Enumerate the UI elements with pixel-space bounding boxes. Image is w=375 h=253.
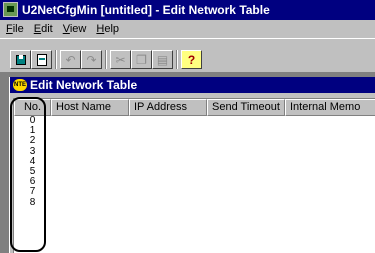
row-number-column: 0 1 2 3 4 5 6 7 8 (14, 115, 51, 253)
toolbar-separator (105, 50, 107, 69)
menu-view-rest: iew (69, 23, 87, 35)
document-edit-icon (36, 53, 47, 66)
toolbar-separator (176, 50, 178, 69)
child-window-title: Edit Network Table (30, 78, 138, 92)
help-button[interactable]: ? (181, 50, 202, 69)
menu-help[interactable]: Help (96, 23, 119, 35)
edit-button[interactable] (31, 50, 52, 69)
table-row[interactable]: 7 (14, 187, 51, 197)
menu-view[interactable]: View (63, 23, 87, 35)
redo-button[interactable]: ↷ (81, 50, 102, 69)
column-header-internal-memo[interactable]: Internal Memo (285, 99, 375, 116)
mdi-client-area: NTE Edit Network Table No. Host Name IP … (0, 73, 375, 253)
paste-icon: ▤ (156, 52, 169, 67)
save-button[interactable] (10, 50, 31, 69)
table-row[interactable]: 8 (14, 197, 51, 208)
undo-icon: ↶ (65, 52, 76, 67)
app-icon[interactable] (3, 2, 18, 17)
copy-icon: ❐ (136, 52, 147, 67)
child-title-bar[interactable]: NTE Edit Network Table (10, 77, 375, 93)
menu-view-mnemonic: V (62, 23, 70, 35)
menu-bar: File Edit View Help (0, 20, 375, 38)
undo-button[interactable]: ↶ (60, 50, 81, 69)
edit-network-table-window: NTE Edit Network Table No. Host Name IP … (9, 77, 375, 253)
window-title: U2NetCfgMin [untitled] - Edit Network Ta… (22, 3, 270, 17)
save-icon (15, 54, 26, 65)
menu-file-rest: ile (12, 23, 24, 35)
menu-edit-rest: dit (41, 23, 53, 35)
toolbar: ↶ ↷ ✂ ❐ ▤ ? (0, 38, 375, 73)
question-mark-icon: ? (187, 52, 196, 67)
menu-file[interactable]: File (6, 23, 24, 35)
column-header-host-name[interactable]: Host Name (51, 99, 129, 116)
network-table-grid[interactable]: No. Host Name IP Address Send Timeout In… (13, 98, 375, 253)
nte-icon[interactable]: NTE (13, 79, 27, 91)
menu-edit[interactable]: Edit (34, 23, 53, 35)
cut-button[interactable]: ✂ (110, 50, 131, 69)
redo-icon: ↷ (86, 52, 97, 67)
column-header-ip-address[interactable]: IP Address (129, 99, 207, 116)
main-title-bar[interactable]: U2NetCfgMin [untitled] - Edit Network Ta… (0, 0, 375, 20)
menu-help-rest: elp (104, 23, 120, 35)
scissors-icon: ✂ (115, 52, 126, 67)
column-header-send-timeout[interactable]: Send Timeout (207, 99, 285, 116)
column-header-no[interactable]: No. (14, 99, 51, 116)
menu-file-mnemonic: F (6, 23, 13, 35)
toolbar-separator (55, 50, 57, 69)
paste-button[interactable]: ▤ (152, 50, 173, 69)
menu-edit-mnemonic: E (33, 23, 42, 35)
copy-button[interactable]: ❐ (131, 50, 152, 69)
